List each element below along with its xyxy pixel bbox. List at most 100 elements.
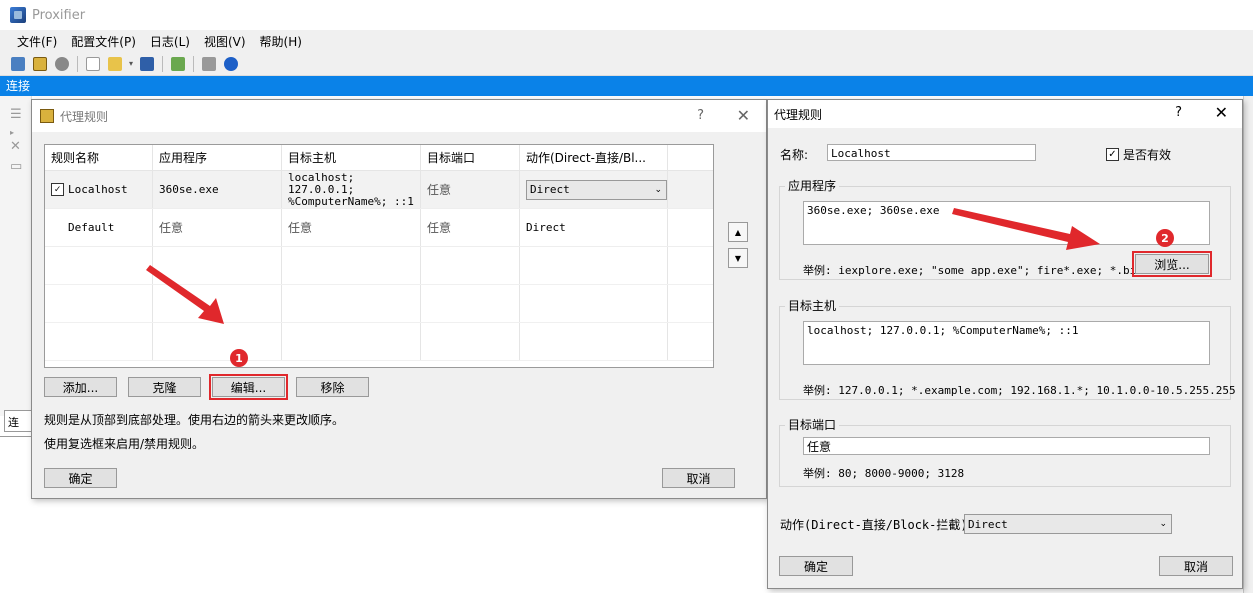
rule-name: Localhost — [68, 183, 128, 196]
rule-name-input[interactable]: Localhost — [827, 144, 1036, 161]
column-header[interactable]: 目标主机 — [282, 145, 421, 170]
menubar: 文件(F) 配置文件(P) 日志(L) 视图(V) 帮助(H) — [0, 30, 1253, 52]
action-label: 动作(Direct-直接/Block-拦截): — [780, 518, 975, 532]
new-profile-icon[interactable] — [83, 54, 103, 74]
help-button[interactable]: ? — [1175, 105, 1182, 120]
rule-app: 360se.exe — [153, 171, 282, 208]
proxy-servers-icon[interactable] — [8, 54, 28, 74]
rule-action-value: Direct — [520, 209, 668, 246]
action-value: Direct — [968, 517, 1008, 531]
menu-log[interactable]: 日志(L) — [143, 33, 197, 50]
target-hosts-input[interactable]: localhost; 127.0.0.1; %ComputerName%; ::… — [803, 321, 1210, 365]
ok-button[interactable]: 确定 — [779, 556, 853, 576]
applications-example: 举例: iexplore.exe; "some app.exe"; fire*.… — [803, 264, 1143, 277]
enabled-checkbox[interactable]: ✓ — [1106, 148, 1119, 161]
app-title: Proxifier — [32, 7, 86, 23]
toolbar-separator — [77, 55, 78, 72]
move-up-button[interactable]: ▲ — [728, 222, 748, 242]
edit-rule-button[interactable]: 编辑... — [209, 374, 288, 400]
menu-view[interactable]: 视图(V) — [197, 33, 253, 50]
ok-button[interactable]: 确定 — [44, 468, 117, 488]
cancel-button[interactable]: 取消 — [662, 468, 735, 488]
rule-host-line: %ComputerName%; ::1 — [288, 194, 414, 208]
chevron-down-icon: ⌄ — [654, 184, 662, 195]
column-header[interactable]: 应用程序 — [153, 145, 282, 170]
list-view-icon[interactable]: ☰ — [10, 108, 24, 122]
triangle-up-icon: ▲ — [734, 227, 742, 237]
empty-row — [45, 247, 713, 285]
add-rule-button[interactable]: 添加... — [44, 377, 117, 397]
toolbar-separator — [162, 55, 163, 72]
window-right-frame — [1243, 96, 1253, 593]
clone-rule-button[interactable]: 克隆 — [128, 377, 201, 397]
clipboard-icon[interactable] — [168, 54, 188, 74]
edit-rule-dialog: 代理规则 ? ✕ 名称: Localhost ✓ 是否有效 应用程序 360se… — [767, 99, 1243, 589]
cancel-button[interactable]: 取消 — [1159, 556, 1233, 576]
applications-group-title: 应用程序 — [785, 177, 840, 194]
close-icon[interactable]: ✕ — [737, 106, 750, 125]
toolbar: ▾ — [0, 52, 1253, 76]
applications-input[interactable]: 360se.exe; 360se.exe — [803, 201, 1210, 245]
print-icon[interactable] — [199, 54, 219, 74]
browse-button[interactable]: 浏览... — [1132, 251, 1212, 277]
table-row[interactable]: ✓ Localhost 360se.exe localhost; 127.0.0… — [45, 171, 713, 209]
rule-host-line: localhost; 127.0.0.1; — [288, 170, 355, 196]
move-down-button[interactable]: ▼ — [728, 248, 748, 268]
target-ports-input[interactable]: 任意 — [803, 437, 1210, 455]
remove-rule-button[interactable]: 移除 — [296, 377, 369, 397]
rule-action-select[interactable]: Direct ⌄ — [526, 179, 667, 200]
step-badge: 1 — [230, 349, 248, 367]
dropdown-arrow-icon[interactable]: ▾ — [127, 54, 135, 74]
save-profile-icon[interactable] — [137, 54, 157, 74]
connections-header: 连接 — [0, 76, 1253, 96]
table-header: 规则名称 应用程序 目标主机 目标端口 动作(Direct-直接/Bl... — [45, 145, 713, 171]
menu-file[interactable]: 文件(F) — [10, 33, 64, 50]
info-text: 规则是从顶部到底部处理。使用右边的箭头来更改顺序。 — [44, 413, 345, 427]
edit-dialog-title: 代理规则 — [774, 107, 823, 122]
column-header[interactable]: 目标端口 — [421, 145, 520, 170]
empty-row — [45, 285, 713, 323]
menu-profile[interactable]: 配置文件(P) — [64, 33, 143, 50]
rule-host: localhost; 127.0.0.1; %ComputerName%; ::… — [282, 171, 421, 208]
target-ports-example: 举例: 80; 8000-9000; 3128 — [803, 467, 965, 480]
app-titlebar: Proxifier — [0, 0, 1253, 30]
bottom-tab[interactable]: 连 — [4, 410, 34, 432]
name-label: 名称: — [780, 148, 809, 162]
rule-app: 任意 — [153, 209, 282, 246]
rules-icon — [40, 109, 54, 123]
window-icon[interactable]: ▭ — [10, 160, 24, 174]
proxy-rules-dialog: 代理规则 ? ✕ 规则名称 应用程序 目标主机 目标端口 动作(Direct-直… — [31, 99, 767, 499]
toolbar-separator — [193, 55, 194, 72]
rule-host: 任意 — [282, 209, 421, 246]
column-header[interactable]: 动作(Direct-直接/Bl... — [520, 145, 668, 170]
step-badge: 2 — [1156, 229, 1174, 247]
open-profile-icon[interactable] — [105, 54, 125, 74]
rules-dialog-title: 代理规则 — [60, 109, 109, 124]
empty-row — [45, 323, 713, 361]
column-filler — [668, 145, 713, 170]
left-toolstrip: ☰ ▸ ✕ ▭ — [0, 96, 32, 416]
menu-help[interactable]: 帮助(H) — [253, 33, 309, 50]
target-hosts-example: 举例: 127.0.0.1; *.example.com; 192.168.1.… — [803, 384, 1236, 397]
close-icon[interactable]: ✕ — [1215, 103, 1228, 122]
rules-dialog-titlebar: 代理规则 ? ✕ — [32, 100, 766, 132]
rule-name: Default — [68, 221, 115, 234]
rules-table: 规则名称 应用程序 目标主机 目标端口 动作(Direct-直接/Bl... ✓… — [44, 144, 714, 368]
close-connection-icon[interactable]: ✕ — [10, 140, 24, 154]
rule-port: 任意 — [421, 209, 520, 246]
chevron-down-icon: ⌄ — [1159, 519, 1167, 529]
triangle-down-icon: ▼ — [734, 253, 742, 263]
info-text: 使用复选框来启用/禁用规则。 — [44, 437, 205, 451]
pointer-icon[interactable]: ▸ — [10, 126, 24, 140]
action-select[interactable]: Direct ⌄ — [964, 514, 1172, 534]
help-icon[interactable] — [221, 54, 241, 74]
edit-dialog-titlebar: 代理规则 ? ✕ — [768, 100, 1242, 128]
help-button[interactable]: ? — [697, 108, 704, 123]
rule-enabled-checkbox[interactable]: ✓ — [51, 183, 64, 196]
proxifier-logo-icon — [10, 7, 26, 23]
table-row[interactable]: Default 任意 任意 任意 Direct — [45, 209, 713, 247]
column-header[interactable]: 规则名称 — [45, 145, 153, 170]
name-resolution-icon[interactable] — [52, 54, 72, 74]
target-hosts-group-title: 目标主机 — [785, 297, 840, 314]
proxification-rules-icon[interactable] — [30, 54, 50, 74]
